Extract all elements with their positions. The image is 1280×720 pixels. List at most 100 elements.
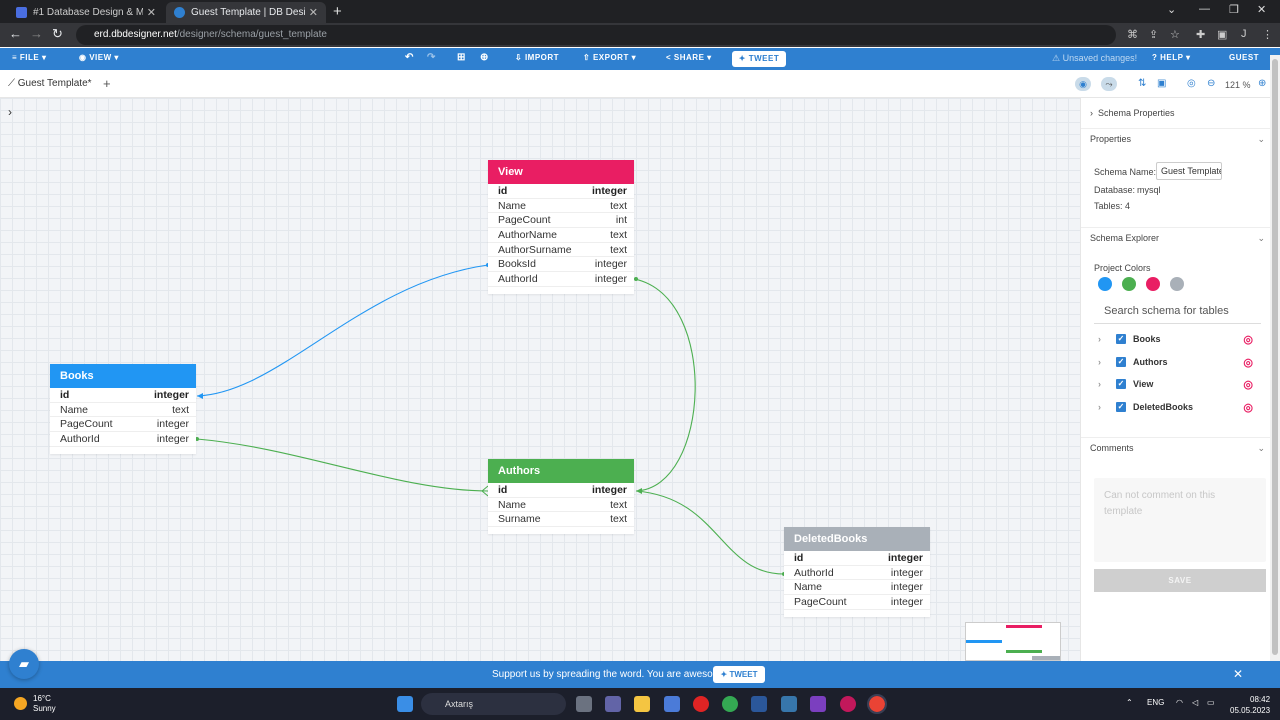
browser-menu-icon[interactable]: ⋮ [1262,28,1273,41]
teams-chat-icon[interactable] [605,696,621,712]
locate-target-icon[interactable]: ◎ [1243,356,1253,369]
file-explorer-icon[interactable] [634,696,650,712]
python-icon[interactable] [781,696,797,712]
column-row[interactable]: id integer [784,551,930,566]
close-tab-icon[interactable]: ✕ [309,6,318,19]
schema-explorer-header[interactable]: Schema Explorer ⌄ [1081,227,1271,247]
comment-textarea[interactable]: Can not comment on this template [1094,478,1266,562]
opera-gx-icon[interactable] [840,696,856,712]
undo-icon[interactable]: ↶ [405,52,414,63]
reload-icon[interactable]: ↻ [52,26,63,42]
tray-chevron-icon[interactable]: ⌃ [1126,698,1133,707]
battery-icon[interactable]: ▭ [1207,698,1215,707]
visual-studio-icon[interactable] [810,696,826,712]
column-row[interactable]: PageCount integer [50,417,196,433]
view-menu[interactable]: ◉ VIEW ▾ [79,53,119,62]
scrollbar-thumb[interactable] [1272,59,1278,655]
chat-bubble-icon[interactable]: ▰ [9,649,39,679]
locate-target-icon[interactable]: ◎ [1243,333,1253,346]
opera-icon[interactable] [693,696,709,712]
table-header[interactable]: View [488,160,634,184]
column-row[interactable]: AuthorId integer [488,272,634,287]
column-row[interactable]: AuthorSurname text [488,243,634,258]
tweet-button[interactable]: ✦ TWEET [732,51,786,67]
new-tab-icon[interactable]: + [333,3,342,20]
table-search-input[interactable]: Search schema for tables [1094,299,1261,324]
checkbox-checked-icon[interactable]: ✓ [1116,379,1126,389]
project-color-green[interactable] [1122,277,1136,291]
chrome-icon[interactable] [722,696,738,712]
column-row[interactable]: PageCount int [488,213,634,229]
column-row[interactable]: Surname text [488,512,634,528]
url-field[interactable]: erd.dbdesigner.net/designer/schema/guest… [76,25,1116,45]
eye-view-icon[interactable]: ◉ [1075,77,1091,91]
minimize-icon[interactable]: — [1199,3,1210,15]
column-row[interactable]: id integer [50,388,196,403]
checkbox-checked-icon[interactable]: ✓ [1116,357,1126,367]
comments-header[interactable]: Comments ⌄ [1081,437,1271,457]
share-page-icon[interactable]: ⇪ [1149,28,1158,41]
schema-name-input[interactable]: Guest Template [1156,162,1222,180]
table-header[interactable]: DeletedBooks [784,527,930,551]
relation-authors-deletedbooks[interactable] [635,490,785,575]
table-deletedbooks[interactable]: DeletedBooks id integer AuthorId integer N… [784,527,930,617]
windows-start-icon[interactable] [397,696,413,712]
column-row[interactable]: id integer [488,483,634,498]
column-row[interactable]: AuthorName text [488,228,634,243]
translate-icon[interactable]: ⌘ [1127,28,1138,41]
properties-section-header[interactable]: Properties ⌄ [1081,128,1271,148]
guest-account[interactable]: GUEST [1229,53,1259,62]
sidebar-icon[interactable]: ▣ [1217,28,1227,41]
volume-icon[interactable]: ◁ [1192,698,1198,707]
extensions-icon[interactable]: ✚ [1196,28,1205,41]
relation-view-authors[interactable] [634,278,696,492]
add-document-tab-button[interactable]: + [103,76,111,91]
profile-avatar[interactable]: J [1241,28,1247,40]
page-scrollbar[interactable] [1270,55,1280,661]
chevron-right-icon[interactable]: › [1098,357,1116,367]
relation-view-icon[interactable]: ⤳ [1101,77,1117,91]
forward-icon[interactable]: → [30,26,43,41]
column-row[interactable]: AuthorId integer [50,432,196,447]
column-row[interactable]: Name text [50,403,196,418]
chrome-active-icon[interactable] [867,694,887,714]
browser-tab-guest-template[interactable]: Guest Template | DB Designer ✕ [166,2,326,23]
locate-target-icon[interactable]: ◎ [1243,401,1253,414]
relation-books-authors[interactable] [196,438,489,492]
import-button[interactable]: ⇩ IMPORT [515,53,559,62]
close-tab-icon[interactable]: ✕ [147,6,156,19]
file-menu[interactable]: ≡ FILE ▾ [12,53,46,62]
share-menu[interactable]: < SHARE ▾ [666,53,712,62]
checkbox-checked-icon[interactable]: ✓ [1116,402,1126,412]
checkbox-checked-icon[interactable]: ✓ [1116,334,1126,344]
taskbar-search[interactable]: Axtarış [421,693,566,715]
align-icon[interactable]: ⇅ [1138,78,1146,89]
table-header[interactable]: Books [50,364,196,388]
banner-tweet-button[interactable]: ✦ TWEET [713,666,765,683]
project-color-blue[interactable] [1098,277,1112,291]
column-row[interactable]: AuthorId integer [784,566,930,581]
column-row[interactable]: id integer [488,184,634,199]
document-tab[interactable]: ⟋ Guest Template* [8,78,92,89]
table-view[interactable]: View id integer Name text PageCount int Aut… [488,160,634,294]
table-books[interactable]: Books id integer Name text PageCount intege… [50,364,196,454]
column-row[interactable]: BooksId integer [488,257,634,273]
minimap[interactable] [965,622,1061,661]
restore-icon[interactable]: ❐ [1229,3,1239,16]
relation-view-books[interactable] [196,264,489,397]
chevron-right-icon[interactable]: › [1098,379,1116,389]
table-header[interactable]: Authors [488,459,634,483]
column-row[interactable]: Name text [488,199,634,214]
column-row[interactable]: Name text [488,498,634,513]
help-menu[interactable]: ? HELP ▾ [1152,53,1191,62]
zoom-out-icon[interactable]: ⊖ [1207,78,1215,89]
zoom-in-icon[interactable]: ⊕ [1258,78,1266,89]
schema-properties-header[interactable]: › Schema Properties [1081,103,1271,123]
redo-icon[interactable]: ↷ [427,52,436,63]
explorer-item-view[interactable]: › ✓ View ◎ [1098,375,1253,393]
column-row[interactable]: PageCount integer [784,595,930,610]
explorer-item-deletedbooks[interactable]: › ✓ DeletedBooks ◎ [1098,398,1253,416]
tab-search-chevron-icon[interactable]: ⌄ [1167,3,1176,16]
export-menu[interactable]: ⇧ EXPORT ▾ [583,53,636,62]
chevron-right-icon[interactable]: › [1098,402,1116,412]
